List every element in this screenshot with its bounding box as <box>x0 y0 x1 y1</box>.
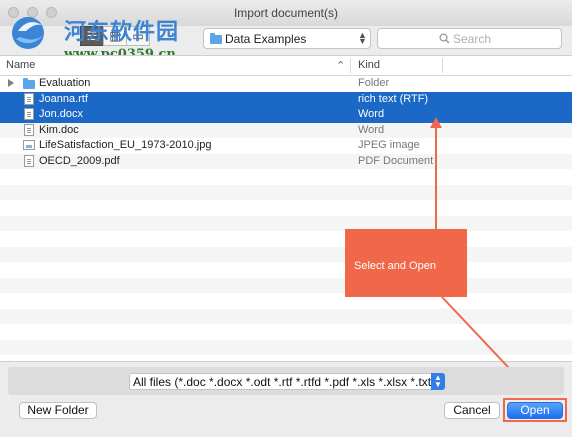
callout-box: Select and Open <box>345 229 467 297</box>
arrowhead-up-icon <box>430 117 442 128</box>
open-button[interactable]: Open <box>507 402 563 419</box>
callout-text: Select and Open <box>354 260 436 272</box>
chevron-updown-icon: ▲ ▼ <box>431 373 445 390</box>
cancel-button[interactable]: Cancel <box>444 402 500 419</box>
file-type-filter-select[interactable]: All files (*.doc *.docx *.odt *.rtf *.rt… <box>129 373 445 390</box>
file-type-filter-value: All files (*.doc *.docx *.odt *.rtf *.rt… <box>133 375 442 389</box>
new-folder-button[interactable]: New Folder <box>19 402 97 419</box>
